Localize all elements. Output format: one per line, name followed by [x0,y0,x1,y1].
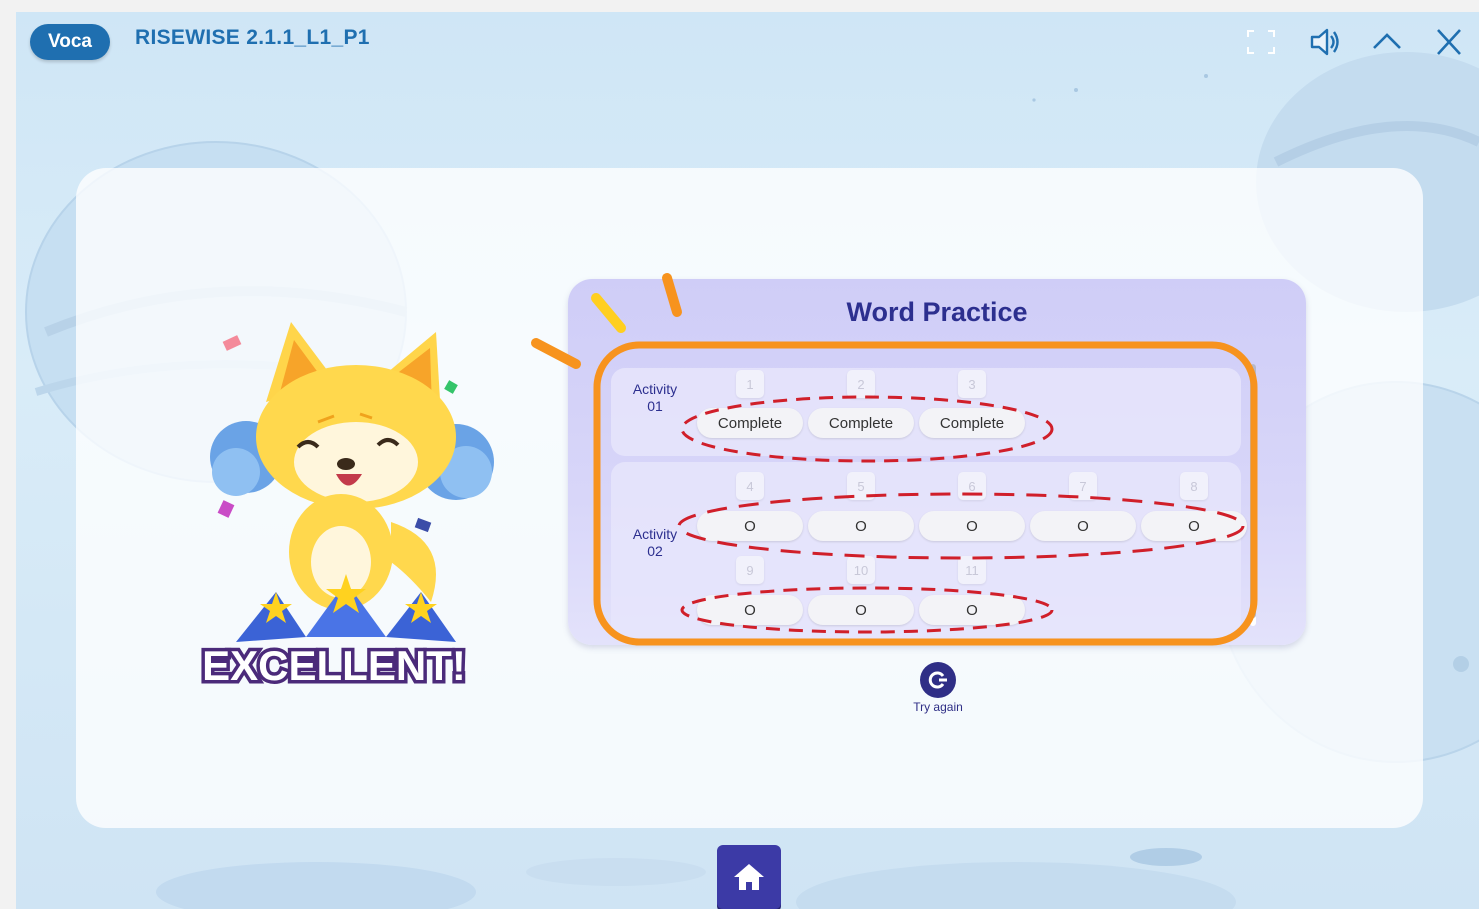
status-pill[interactable]: Complete [919,408,1025,438]
status-pill[interactable]: O [919,511,1025,541]
home-button[interactable] [717,845,781,909]
excellent-text: EXCELLENT! [202,642,466,689]
voca-badge[interactable]: Voca [30,24,110,60]
item-number: 9 [736,556,764,584]
retry-icon[interactable] [920,662,956,698]
item-number: 4 [736,472,764,500]
activity-02-label: Activity 02 [625,526,685,560]
status-pill[interactable]: O [919,595,1025,625]
activity-label-text: Activity [632,526,678,542]
try-again-button[interactable]: Try again [908,662,968,718]
item-number: 7 [1069,472,1097,500]
status-pill[interactable]: Complete [697,408,803,438]
top-bar: Voca RISEWISE 2.1.1_L1_P1 [16,12,1479,74]
close-icon[interactable] [1432,26,1466,58]
practice-title: Word Practice [846,297,1028,327]
activity-01-label: Activity 01 [625,381,685,415]
item-number: 11 [958,556,986,584]
item-number: 8 [1180,472,1208,500]
retry-arrow-icon [928,671,947,689]
excellent-banner: EXCELLENT! [199,639,470,693]
fullscreen-icon[interactable] [1244,26,1278,58]
status-pill[interactable]: O [808,595,914,625]
try-again-label: Try again [913,700,963,714]
item-number: 1 [736,370,764,398]
status-pill[interactable]: O [1030,511,1136,541]
status-pill[interactable]: Complete [808,408,914,438]
status-pill[interactable]: O [808,511,914,541]
scrollbar-thumb[interactable] [1250,364,1256,618]
item-number: 5 [847,472,875,500]
status-pill[interactable]: O [1141,511,1247,541]
item-number: 2 [847,370,875,398]
lesson-title: RISEWISE 2.1.1_L1_P1 [135,26,370,49]
activity-label-number: 02 [647,543,663,559]
item-number: 10 [847,556,875,584]
speaker-icon[interactable] [1308,26,1342,58]
scrollbar-track[interactable] [1250,364,1256,626]
status-pill[interactable]: O [697,511,803,541]
activity-label-number: 01 [647,398,663,414]
status-pill[interactable]: O [697,595,803,625]
home-icon [734,864,764,890]
item-number: 3 [958,370,986,398]
chevron-up-icon[interactable] [1370,26,1404,58]
item-number: 6 [958,472,986,500]
activity-label-text: Activity [632,381,678,397]
app-window: Voca RISEWISE 2.1.1_L1_P1 EXCELLENT! Wor… [16,12,1479,909]
